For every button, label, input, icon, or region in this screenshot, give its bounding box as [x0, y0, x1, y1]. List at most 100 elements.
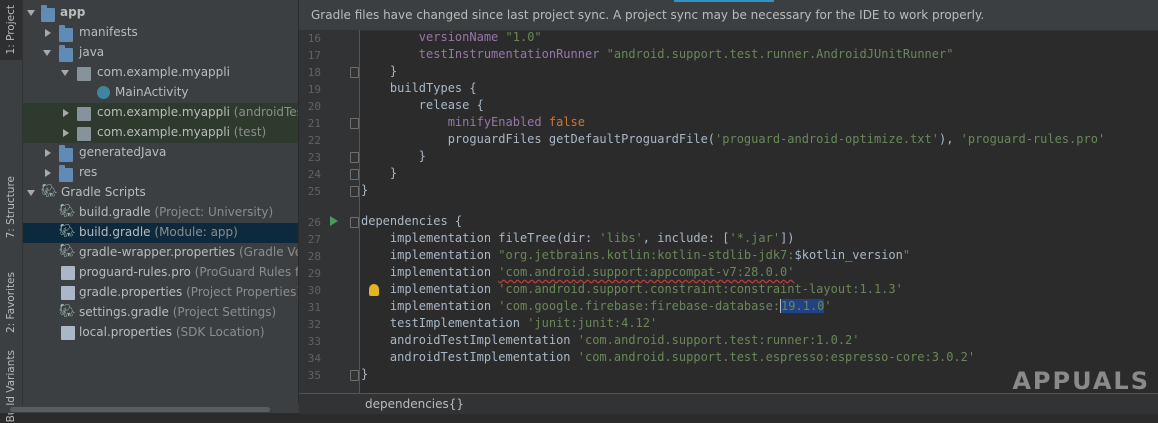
package-icon	[77, 107, 91, 121]
tree-item-app[interactable]: app	[23, 3, 298, 23]
fold-marker[interactable]	[350, 169, 359, 180]
line-number: 34	[307, 352, 321, 365]
tree-item-label: Gradle Scripts	[61, 185, 146, 199]
gradle-icon: 🐘︎	[41, 184, 58, 199]
line-number: 31	[307, 301, 321, 314]
code-line-32: testImplementation 'junit:junit:4.12'	[389, 316, 658, 330]
fold-marker[interactable]	[350, 118, 359, 129]
code-line-18: }	[389, 64, 398, 78]
line-number: 24	[307, 168, 321, 181]
line-number: 23	[307, 151, 321, 164]
line-number: 16	[307, 32, 321, 45]
chevron-down-icon[interactable]	[27, 10, 35, 16]
tree-item-label: com.example.myappli	[97, 125, 230, 139]
tree-item-java[interactable]: java	[23, 43, 298, 63]
chevron-right-icon[interactable]	[45, 29, 51, 37]
editor: Gradle files have changed since last pro…	[299, 0, 1158, 414]
tab-favorites[interactable]: 2: Favorites	[0, 262, 22, 342]
module-folder-icon	[41, 5, 55, 22]
gradle-icon: 🐘︎	[59, 204, 76, 219]
tree-item-hint: (SDK Location)	[175, 325, 265, 339]
tree-item-gradle-scripts[interactable]: 🐘︎ Gradle Scripts	[23, 183, 298, 203]
tree-item-build-gradle-module[interactable]: 🐘︎ build.gradle (Module: app)	[23, 223, 298, 243]
chevron-right-icon[interactable]	[45, 149, 51, 157]
run-gutter-icon[interactable]	[330, 216, 338, 226]
code-line-28: implementation "org.jetbrains.kotlin:kot…	[389, 248, 911, 262]
chevron-right-icon[interactable]	[45, 169, 51, 177]
tree-item-res[interactable]: res	[23, 163, 298, 183]
chevron-down-icon[interactable]	[43, 50, 51, 56]
tree-item-proguard[interactable]: proguard-rules.pro (ProGuard Rules for a…	[23, 263, 298, 283]
gradle-icon: 🐘︎	[59, 224, 76, 239]
editor-breadcrumb-bar: dependencies{}	[299, 393, 1158, 414]
code-line-16: versionName "1.0"	[418, 30, 542, 44]
tree-item-gradle-wrapper[interactable]: 🐘︎ gradle-wrapper.properties (Gradle Ver…	[23, 243, 298, 263]
chevron-right-icon[interactable]	[63, 129, 69, 137]
tree-item-mainactivity[interactable]: MainActivity	[23, 83, 298, 103]
project-tree: app manifests java com.example.myappli M…	[23, 0, 299, 413]
chevron-right-icon[interactable]	[63, 109, 69, 117]
tree-horizontal-scrollbar[interactable]	[0, 405, 299, 413]
tree-item-label: com.example.myappli	[97, 105, 230, 119]
code-line-25: }	[361, 183, 369, 197]
tree-item-label: build.gradle	[79, 205, 151, 219]
fold-marker[interactable]	[350, 370, 359, 381]
tree-item-label: proguard-rules.pro	[79, 265, 191, 279]
code-line-27: implementation fileTree(dir: 'libs', inc…	[389, 231, 795, 245]
kotlin-class-icon	[97, 86, 110, 99]
tab-project-label: 1: Project	[5, 5, 17, 55]
tree-item-hint: (test)	[233, 125, 267, 139]
tree-item-hint: (Project Properties)	[186, 285, 299, 299]
code-line-22: proguardFiles getDefaultProguardFile('pr…	[447, 132, 1106, 146]
code-line-29: implementation 'com.android.support:appc…	[389, 265, 795, 279]
fold-marker[interactable]	[350, 152, 359, 163]
watermark-logo: APPUALS	[1012, 367, 1150, 395]
code-line-33: androidTestImplementation 'com.android.s…	[389, 333, 860, 347]
gradle-sync-banner: Gradle files have changed since last pro…	[299, 0, 1158, 31]
line-number: 20	[307, 100, 321, 113]
tree-item-label: gradle.properties	[79, 285, 183, 299]
tree-item-hint: (Gradle Version	[239, 245, 298, 259]
tree-item-package[interactable]: com.example.myappli	[23, 63, 298, 83]
code-line-26: dependencies {	[361, 214, 463, 228]
line-number: 35	[307, 369, 321, 382]
tool-window-strip: 1: Project 7: Structure 2: Favorites Bui…	[0, 0, 23, 423]
line-number: 18	[307, 66, 321, 79]
properties-file-icon	[61, 326, 75, 340]
editor-gutter: 16 17 18 19 20 21 22 23 24 25 26 27 28 2…	[299, 30, 360, 393]
line-number: 27	[307, 233, 321, 246]
tree-item-settings-gradle[interactable]: 🐘︎ settings.gradle (Project Settings)	[23, 303, 298, 323]
tree-item-package-test[interactable]: com.example.myappli (test)	[23, 123, 298, 143]
code-line-21: minifyEnabled false	[447, 115, 585, 129]
tree-item-label: settings.gradle	[79, 305, 169, 319]
tab-project[interactable]: 1: Project	[0, 0, 22, 60]
code-line-35: }	[361, 367, 369, 381]
fold-marker[interactable]	[350, 217, 359, 228]
code-line-20: release {	[418, 98, 484, 112]
tree-item-label: manifests	[79, 25, 138, 39]
tree-item-local-properties[interactable]: local.properties (SDK Location)	[23, 323, 298, 343]
breadcrumb[interactable]: dependencies{}	[365, 397, 464, 411]
tree-item-package-androidtest[interactable]: com.example.myappli (androidTest)	[23, 103, 298, 123]
tab-structure[interactable]: 7: Structure	[0, 170, 22, 245]
chevron-down-icon[interactable]	[27, 190, 35, 196]
tree-item-generatedjava[interactable]: generatedJava	[23, 143, 298, 163]
tree-item-label: MainActivity	[115, 85, 189, 99]
tree-item-label: gradle-wrapper.properties	[79, 245, 236, 259]
tree-item-build-gradle-project[interactable]: 🐘︎ build.gradle (Project: University)	[23, 203, 298, 223]
fold-marker[interactable]	[350, 67, 359, 78]
chevron-down-icon[interactable]	[61, 70, 69, 76]
line-number: 17	[307, 49, 321, 62]
line-number: 25	[307, 185, 321, 198]
tree-item-hint: (Project Settings)	[172, 305, 277, 319]
scrollbar-thumb[interactable]	[10, 407, 270, 412]
generated-folder-icon	[59, 145, 73, 162]
tree-item-gradle-properties[interactable]: gradle.properties (Project Properties)	[23, 283, 298, 303]
properties-file-icon	[61, 286, 75, 300]
fold-marker[interactable]	[350, 186, 359, 197]
code-area[interactable]: versionName "1.0" testInstrumentationRun…	[361, 30, 1158, 393]
package-icon	[77, 67, 91, 81]
tree-item-manifests[interactable]: manifests	[23, 23, 298, 43]
tree-item-label: com.example.myappli	[97, 65, 230, 79]
banner-message: Gradle files have changed since last pro…	[311, 8, 985, 22]
